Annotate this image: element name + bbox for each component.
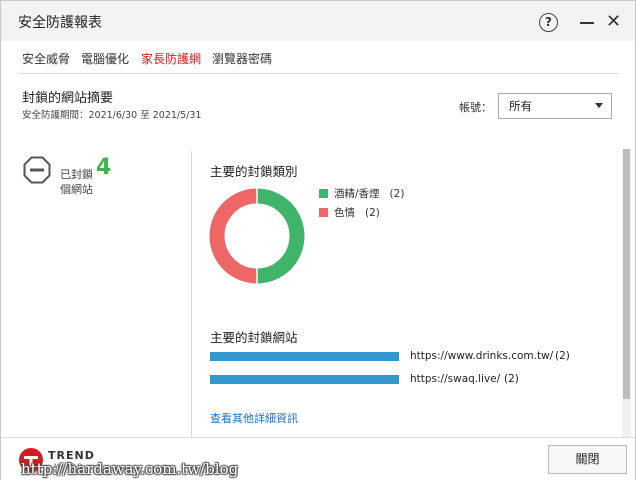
vertical-scrollbar[interactable] [622, 149, 631, 439]
legend-item-alcohol: 酒精/香煙 (2) [319, 186, 404, 201]
close-button[interactable]: 關閉 [548, 445, 627, 474]
donut-slice-1 [209, 188, 258, 284]
chevron-down-icon [595, 103, 603, 108]
close-icon[interactable]: ✕ [606, 12, 621, 32]
more-details-link[interactable]: 查看其他詳細資訊 [210, 410, 298, 426]
blocked-prefix: 已封鎖 [60, 168, 93, 181]
legend-count: (2) [365, 207, 380, 219]
category-title: 主要的封鎖類別 [210, 164, 298, 179]
account-label: 帳號： [459, 101, 492, 114]
site-count: (2) [555, 350, 570, 362]
panel-divider [191, 151, 192, 437]
account-select[interactable]: 所有 [498, 93, 612, 119]
title-bar: 安全防護報表 ? ✕ [1, 1, 635, 41]
summary-title: 封鎖的網站摘要 [22, 91, 114, 106]
legend-label: 酒精/香煙 [334, 188, 380, 200]
account-select-value: 所有 [509, 99, 532, 113]
minimize-icon[interactable] [580, 22, 594, 24]
site-url: https://www.drinks.com.tw/ [410, 350, 554, 362]
blocked-octagon-icon [23, 156, 51, 184]
report-window: 安全防護報表 ? ✕ 安全威脅 電腦優化 家長防護網 瀏覽器密碼 封鎖的網站摘要… [0, 0, 636, 480]
blocked-unit: 個網站 [60, 183, 93, 196]
site-bar [210, 352, 399, 361]
blocked-count: 4 [96, 155, 112, 180]
tab-parental-controls[interactable]: 家長防護網 [141, 50, 201, 67]
help-icon[interactable]: ? [539, 13, 558, 32]
footer: TREND MICRO http://hardaway.com.tw/blog … [1, 437, 635, 480]
legend-label: 色情 [334, 207, 355, 219]
tab-security-threats[interactable]: 安全威脅 [22, 50, 70, 67]
site-bar [210, 375, 399, 384]
legend-swatch [319, 189, 328, 198]
site-count: (2) [504, 373, 519, 385]
tab-bar: 安全威脅 電腦優化 家長防護網 瀏覽器密碼 [1, 41, 635, 73]
sites-title: 主要的封鎖網站 [210, 330, 298, 345]
summary-period: 安全防護期間：2021/6/30 至 2021/5/31 [22, 110, 202, 121]
scrollbar-thumb[interactable] [623, 149, 630, 399]
window-title: 安全防護報表 [18, 15, 102, 31]
donut-slice-0 [256, 188, 305, 284]
tab-divider [17, 73, 619, 74]
legend-count: (2) [389, 188, 405, 200]
tab-pc-optimization[interactable]: 電腦優化 [81, 50, 129, 67]
tab-browser-passwords[interactable]: 瀏覽器密碼 [212, 50, 272, 67]
watermark-text: http://hardaway.com.tw/blog [21, 460, 239, 478]
legend-item-adult: 色情 (2) [319, 205, 380, 220]
site-url: https://swaq.live/ [410, 373, 501, 385]
category-donut-chart [209, 187, 305, 285]
legend-swatch [319, 208, 328, 217]
